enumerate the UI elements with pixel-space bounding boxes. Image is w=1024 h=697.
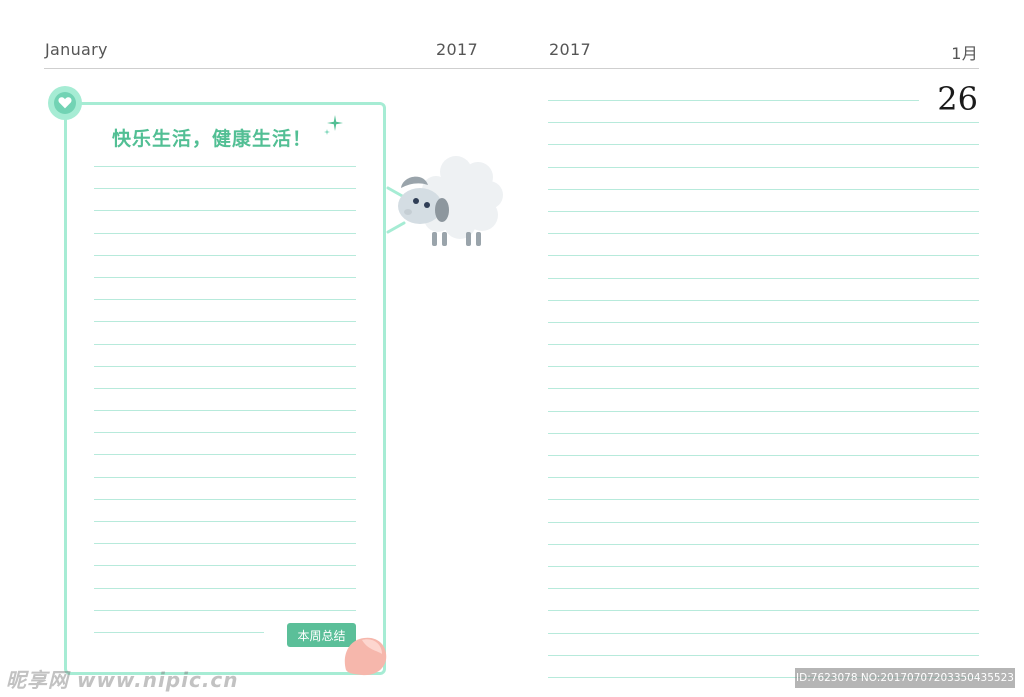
right-ruled-lines	[548, 100, 979, 678]
header-rule	[44, 68, 979, 69]
sparkle-icon	[322, 114, 344, 140]
ruled-line	[94, 476, 356, 478]
ruled-line	[94, 587, 356, 589]
ruled-line	[94, 254, 356, 256]
ruled-line	[94, 276, 356, 278]
ruled-line	[94, 454, 356, 456]
year-label-left: 2017	[436, 40, 478, 59]
ruled-line	[548, 565, 979, 567]
ruled-line	[548, 654, 979, 656]
ruled-line	[548, 188, 979, 190]
ruled-line	[94, 432, 356, 434]
ruled-line	[548, 233, 979, 235]
month-label-cn: 1月	[951, 44, 978, 63]
ruled-line	[548, 299, 979, 301]
heart-badge	[48, 86, 82, 120]
ruled-line	[548, 277, 979, 279]
ruled-line	[548, 166, 979, 168]
ruled-line	[94, 543, 356, 545]
ruled-line	[94, 166, 356, 167]
ruled-line	[548, 344, 979, 346]
ruled-line	[548, 388, 979, 390]
ruled-line	[548, 366, 979, 368]
ruled-line	[94, 521, 356, 522]
ruled-line	[94, 365, 356, 367]
ruled-line	[94, 631, 265, 633]
watermark-site: 昵享网 www.nipic.cn	[6, 668, 239, 692]
ruled-line	[94, 321, 356, 323]
left-ruled-lines	[94, 166, 356, 633]
ruled-line	[548, 455, 979, 456]
motto-heading: 快乐生活，健康生活！	[112, 128, 313, 150]
ruled-line	[94, 210, 356, 212]
ruled-line	[94, 609, 356, 611]
ruled-line	[548, 632, 979, 634]
month-label-en: January	[45, 40, 108, 59]
ruled-line	[548, 122, 979, 124]
ruled-line	[548, 255, 979, 257]
ruled-line	[548, 610, 979, 612]
ruled-line	[548, 432, 979, 434]
ruled-line	[94, 299, 356, 301]
ruled-line	[94, 387, 356, 389]
ruled-line	[548, 210, 979, 212]
ruled-line	[94, 498, 356, 500]
heart-icon	[58, 94, 72, 113]
ruled-line	[548, 100, 919, 101]
ruled-line	[548, 321, 979, 323]
sheep-icon	[386, 150, 506, 254]
ruled-line	[94, 188, 356, 190]
ruled-line	[94, 232, 356, 234]
watermark-id: ID:7623078 NO:20170707203350435523	[795, 668, 1015, 688]
ruled-line	[548, 477, 979, 479]
ruled-line	[548, 521, 979, 523]
ruled-line	[548, 499, 979, 501]
ruled-line	[94, 410, 356, 412]
ruled-line	[548, 410, 979, 412]
ruled-line	[548, 588, 979, 590]
finger-icon	[340, 630, 390, 680]
ruled-line	[548, 144, 979, 146]
year-label-right: 2017	[549, 40, 591, 59]
ruled-line	[94, 343, 356, 345]
ruled-line	[548, 543, 979, 545]
ruled-line	[94, 565, 356, 567]
